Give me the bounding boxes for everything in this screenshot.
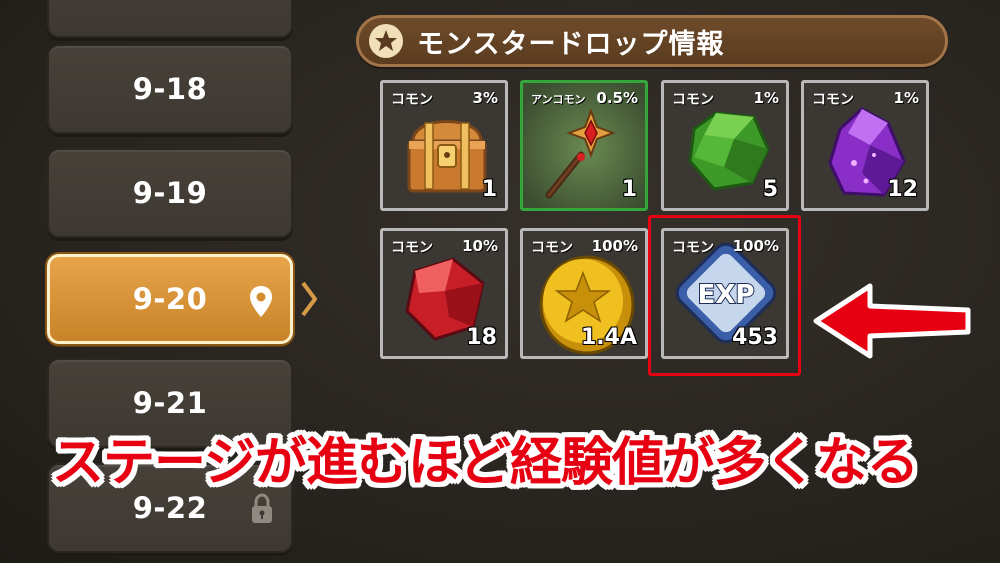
exp-highlight-box <box>648 215 801 376</box>
stage-button-partial[interactable] <box>47 0 293 38</box>
drop-item-purple-crystal[interactable]: コモン 1% 12 <box>801 80 929 211</box>
annotation-arrow-icon <box>813 283 971 359</box>
stage-label: 9-18 <box>132 72 208 106</box>
item-quantity: 12 <box>887 177 918 202</box>
drop-rate: 1% <box>753 89 779 107</box>
stage-button-9-18[interactable]: 9-18 <box>47 44 293 134</box>
lock-icon <box>252 493 272 523</box>
drop-panel-title: モンスタードロップ情報 <box>417 28 725 60</box>
rarity-label: コモン <box>812 92 854 108</box>
selected-stage-arrow-icon <box>301 281 317 317</box>
stage-button-9-19[interactable]: 9-19 <box>47 148 293 238</box>
caption-text: ステージが進むほど経験値が多くなる <box>52 433 919 493</box>
drop-rate: 100% <box>591 237 638 255</box>
drop-rate: 1% <box>893 89 919 107</box>
drop-item-gold-coin[interactable]: コモン 100% 1.4A <box>520 228 648 359</box>
drop-item-red-gem[interactable]: コモン 10% 18 <box>380 228 508 359</box>
stage-label: 9-21 <box>132 386 208 420</box>
rarity-label: コモン <box>391 240 433 256</box>
stage-label: 9-22 <box>132 491 208 525</box>
rarity-label: アンコモン <box>531 93 586 106</box>
drop-item-treasure-chest[interactable]: コモン 3% 1 <box>380 80 508 211</box>
drop-item-staff[interactable]: アンコモン 0.5% 1 <box>520 80 648 211</box>
rarity-label: コモン <box>531 240 573 256</box>
stage-label: 9-20 <box>132 282 208 316</box>
item-quantity: 1.4A <box>581 325 637 350</box>
item-quantity: 18 <box>466 325 497 350</box>
item-quantity: 5 <box>762 177 778 202</box>
rarity-label: コモン <box>672 92 714 108</box>
drop-rate: 0.5% <box>596 89 638 107</box>
drop-item-green-gem[interactable]: コモン 1% 5 <box>661 80 789 211</box>
star-icon <box>369 24 403 58</box>
stage-button-9-20[interactable]: 9-20 <box>47 254 293 344</box>
rarity-label: コモン <box>391 92 433 108</box>
item-quantity: 1 <box>481 177 497 202</box>
drop-rate: 3% <box>472 89 498 107</box>
item-quantity: 1 <box>621 177 637 202</box>
location-pin-icon <box>250 286 272 317</box>
monster-drop-header: モンスタードロップ情報 <box>356 15 948 67</box>
drop-rate: 10% <box>462 237 498 255</box>
stage-label: 9-19 <box>132 176 208 210</box>
